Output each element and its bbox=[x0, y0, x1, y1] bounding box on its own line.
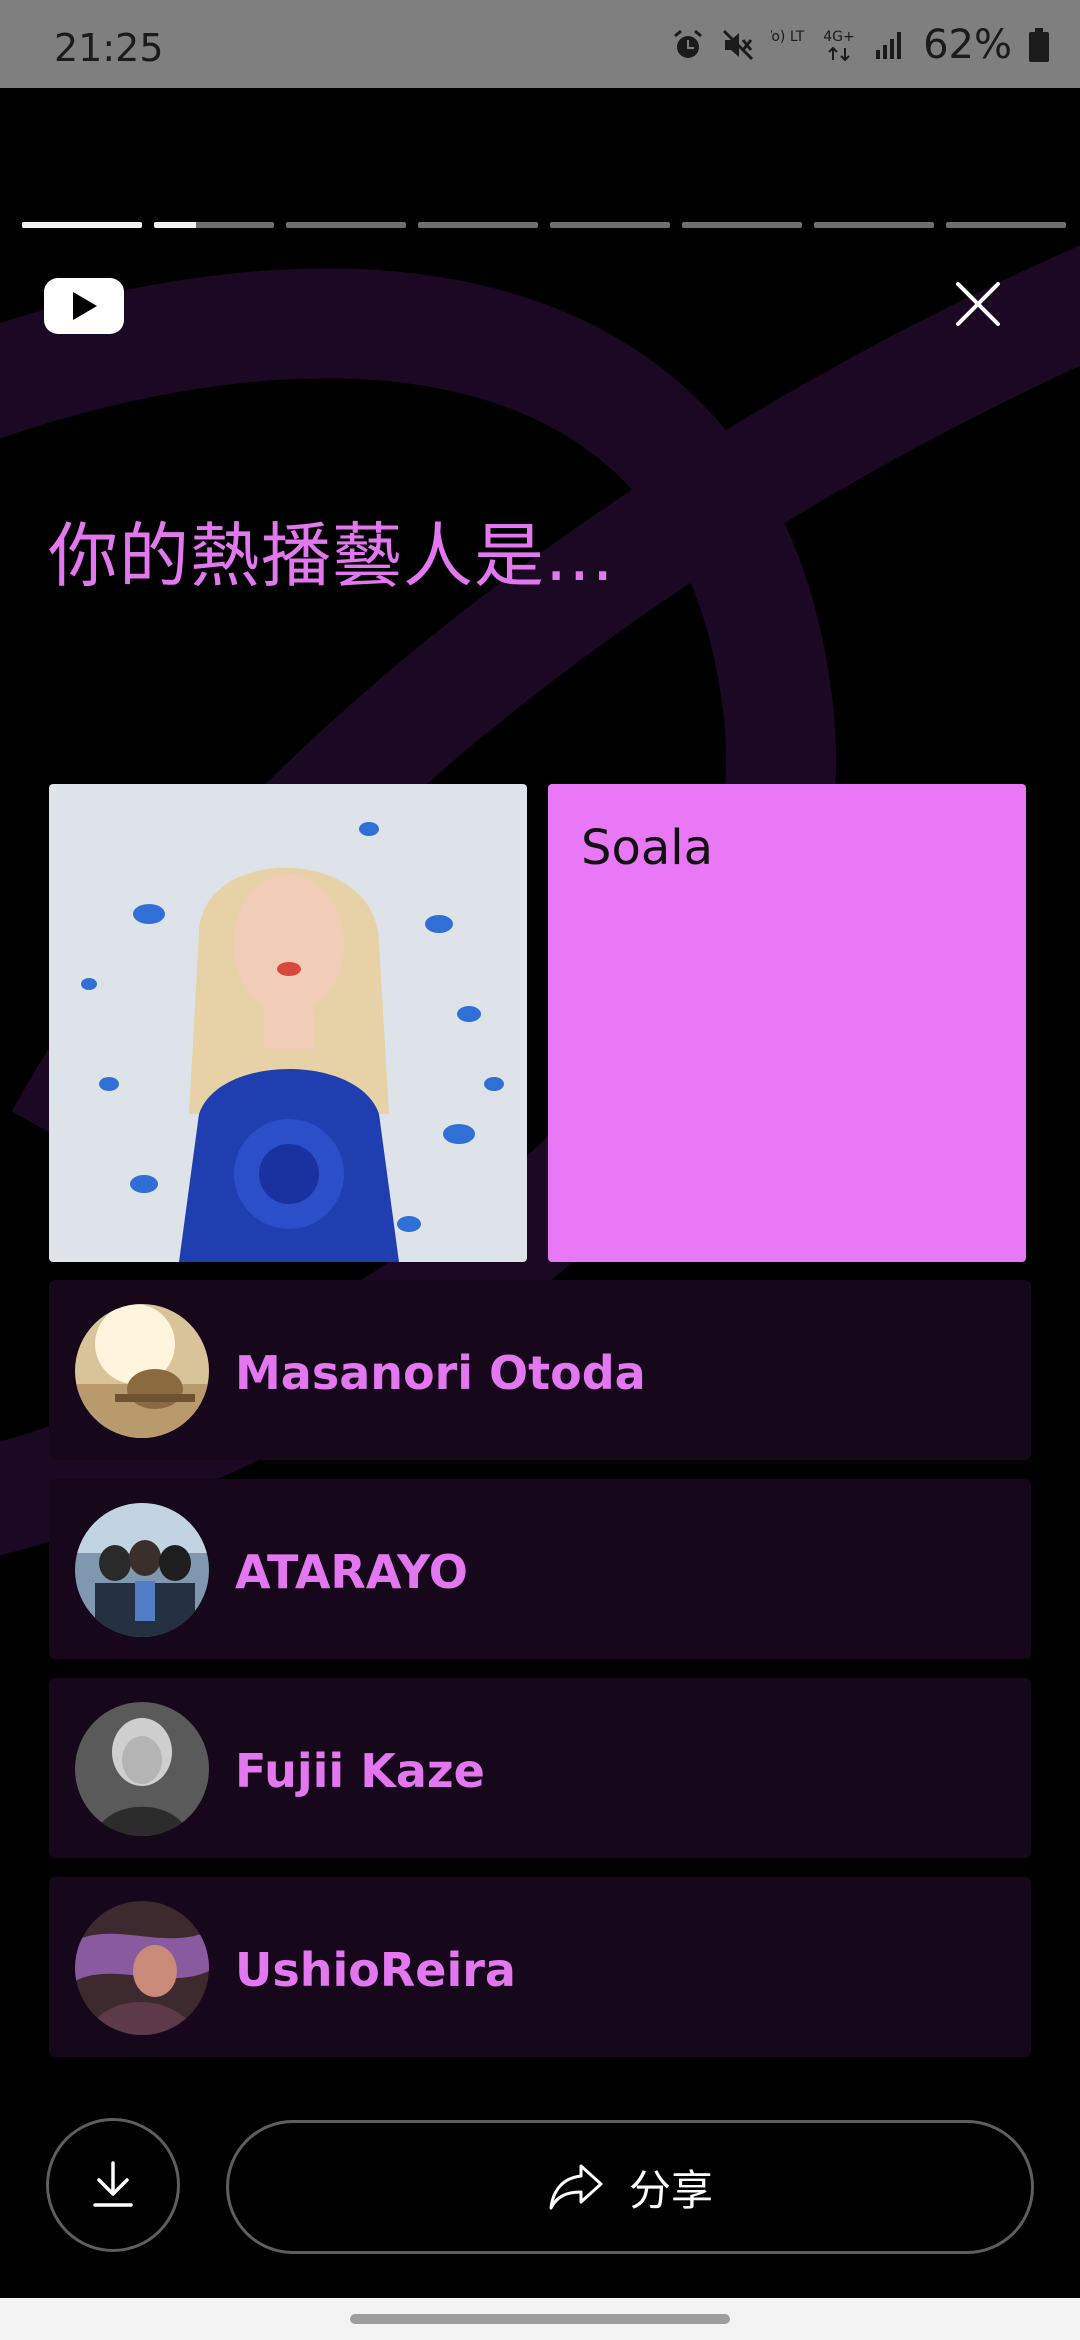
progress-segment bbox=[946, 222, 1066, 228]
progress-segment bbox=[286, 222, 406, 228]
artist-avatar bbox=[75, 1702, 209, 1836]
svg-text:Vo) LTE: Vo) LTE bbox=[771, 29, 805, 45]
progress-segment bbox=[418, 222, 538, 228]
close-icon bbox=[956, 282, 1000, 326]
artist-name: Masanori Otoda bbox=[235, 1346, 646, 1400]
download-button[interactable] bbox=[46, 2118, 180, 2252]
status-time: 21:25 bbox=[54, 26, 164, 70]
progress-segment bbox=[814, 222, 934, 228]
youtube-logo-icon bbox=[44, 278, 124, 334]
battery-icon bbox=[1029, 28, 1049, 62]
progress-segment bbox=[22, 222, 142, 228]
artist-name: ATARAYO bbox=[235, 1545, 468, 1599]
top-artist-name: Soala bbox=[581, 820, 713, 876]
alarm-icon bbox=[674, 29, 703, 58]
mute-icon bbox=[723, 29, 754, 61]
home-indicator[interactable] bbox=[350, 2314, 730, 2324]
top-artist-photo bbox=[49, 784, 527, 1262]
recap-story[interactable]: 你的熱播藝人是... Soala Masanori Otoda ATARAYO … bbox=[0, 88, 1080, 2298]
4g-icon: 4G+ bbox=[823, 29, 855, 62]
progress-segment bbox=[550, 222, 670, 228]
share-button[interactable]: 分享 bbox=[226, 2120, 1034, 2254]
signal-icon bbox=[876, 32, 902, 59]
artist-name: Fujii Kaze bbox=[235, 1744, 485, 1798]
artist-avatar bbox=[75, 1304, 209, 1438]
share-label: 分享 bbox=[628, 2165, 713, 2215]
share-arrow-icon bbox=[549, 2164, 603, 2210]
download-icon bbox=[93, 2161, 133, 2207]
artist-row[interactable]: ATARAYO bbox=[49, 1479, 1031, 1659]
status-icons: Vo) LTE 4G+ 62% bbox=[671, 22, 1050, 68]
volte-icon: Vo) LTE bbox=[771, 29, 805, 45]
status-bar: 21:25 Vo) LTE 4G+ 62% bbox=[0, 0, 1080, 88]
artist-avatar bbox=[75, 1503, 209, 1637]
battery-percent: 62% bbox=[923, 22, 1012, 68]
artist-row[interactable]: Masanori Otoda bbox=[49, 1280, 1031, 1460]
navigation-bar bbox=[0, 2298, 1080, 2340]
close-button[interactable] bbox=[948, 274, 1008, 334]
artist-row[interactable]: UshioReira bbox=[49, 1877, 1031, 2057]
story-progress bbox=[22, 222, 1066, 228]
artist-name: UshioReira bbox=[235, 1943, 516, 1997]
artist-row[interactable]: Fujii Kaze bbox=[49, 1678, 1031, 1858]
artist-avatar bbox=[75, 1901, 209, 2035]
progress-segment bbox=[154, 222, 274, 228]
progress-segment bbox=[682, 222, 802, 228]
top-artist-card[interactable]: Soala bbox=[548, 784, 1026, 1262]
headline: 你的熱播藝人是... bbox=[48, 515, 615, 597]
svg-text:4G+: 4G+ bbox=[823, 29, 855, 45]
